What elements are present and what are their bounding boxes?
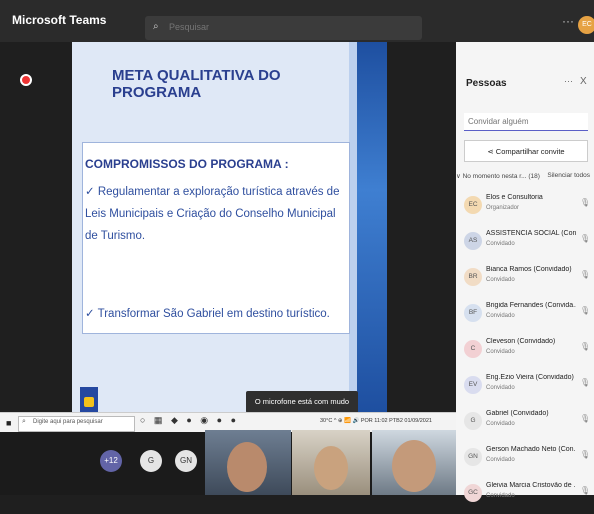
participant-face bbox=[227, 442, 267, 492]
participant-row[interactable]: G Gabriel (Convidado) Convidado 🎙 bbox=[456, 406, 594, 442]
video-tile[interactable] bbox=[205, 430, 291, 495]
slide-content-box: COMPROMISSOS DO PROGRAMA : ✓ Regulamenta… bbox=[82, 142, 350, 334]
video-tile[interactable] bbox=[292, 430, 370, 495]
slide-title: META QUALITATIVA DO PROGRAMA bbox=[112, 67, 281, 101]
participant-avatar[interactable]: G bbox=[140, 450, 162, 472]
search-icon: ⌕ bbox=[22, 418, 26, 425]
invite-input[interactable] bbox=[464, 113, 588, 131]
participant-role: Convidado bbox=[486, 385, 515, 391]
mic-muted-icon: 🎙 bbox=[580, 450, 591, 459]
participant-role: Convidado bbox=[486, 241, 515, 247]
app-title: Microsoft Teams bbox=[12, 13, 107, 27]
taskbar-search-text: Digite aqui para pesquisar bbox=[33, 419, 103, 425]
participant-name: Eng.Ezio Vieira (Convidado) bbox=[486, 374, 574, 381]
participant-face bbox=[392, 440, 436, 492]
video-tile[interactable] bbox=[372, 430, 456, 495]
share-invite-button[interactable]: ⋖ Compartilhar convite bbox=[464, 140, 588, 162]
participant-avatar: EV bbox=[464, 376, 482, 394]
slide-section-title: COMPROMISSOS DO PROGRAMA : bbox=[85, 157, 289, 171]
slide-item: ✓ Transformar São Gabriel em destino tur… bbox=[85, 308, 330, 320]
share-invite-label: Compartilhar convite bbox=[495, 147, 565, 156]
logo bbox=[80, 387, 98, 412]
panel-title: Pessoas bbox=[466, 78, 507, 89]
participant-row[interactable]: GN Gerson Machado Neto (Con... Convidado 🎙 bbox=[456, 442, 594, 478]
mic-muted-icon: 🎙 bbox=[580, 270, 591, 279]
taskbar-app-icons: ○ ▦ ◆ ● ◉ ● ● bbox=[140, 415, 240, 425]
participant-avatar: G bbox=[464, 412, 482, 430]
participant-row[interactable]: C Cleveson (Convidado) Convidado 🎙 bbox=[456, 334, 594, 370]
participant-name: Gabriel (Convidado) bbox=[486, 410, 549, 417]
participant-row[interactable]: BR Bianca Ramos (Convidado) Convidado 🎙 bbox=[456, 262, 594, 298]
mute-notification: O microfone está com mudo ativado. bbox=[246, 391, 358, 428]
system-tray: 30°C ^ ⊕ 📶 🔊 POR 11:02 PTB2 01/09/2021 bbox=[320, 418, 432, 424]
participant-name: Cleveson (Convidado) bbox=[486, 338, 556, 345]
mic-muted-icon: 🎙 bbox=[580, 198, 591, 207]
slide-decoration-stripe bbox=[357, 42, 387, 412]
search-icon: ⌕ bbox=[153, 21, 159, 32]
participant-avatar: AS bbox=[464, 232, 482, 250]
mic-muted-icon: 🎙 bbox=[580, 378, 591, 387]
participant-role: Convidado bbox=[486, 493, 515, 499]
participant-avatar: BF bbox=[464, 304, 482, 322]
mute-all-button[interactable]: Silenciar todos bbox=[547, 172, 590, 179]
participant-name: Gerson Machado Neto (Con... bbox=[486, 446, 576, 453]
participant-avatar[interactable]: GN bbox=[175, 450, 197, 472]
participant-row[interactable]: EC Elos e Consultoria Organizador 🎙 bbox=[456, 190, 594, 226]
taskbar-search: ⌕ Digite aqui para pesquisar bbox=[18, 416, 135, 432]
participant-row[interactable]: GC Gleivia Marcia Cristovão de ... Convida… bbox=[456, 478, 594, 514]
search-input[interactable] bbox=[167, 21, 411, 33]
share-icon: ⋖ bbox=[487, 147, 496, 156]
panel-more-button[interactable]: ··· bbox=[564, 76, 573, 86]
close-icon[interactable]: X bbox=[580, 76, 587, 87]
mic-muted-icon: 🎙 bbox=[580, 486, 591, 495]
participant-row[interactable]: EV Eng.Ezio Vieira (Convidado) Convidado 🎙 bbox=[456, 370, 594, 406]
participant-avatar: BR bbox=[464, 268, 482, 286]
more-options-button[interactable]: ··· bbox=[562, 14, 574, 28]
mic-muted-icon: 🎙 bbox=[580, 414, 591, 423]
participant-name: ASSISTENCIA SOCIAL (Convi... bbox=[486, 230, 576, 237]
participant-name: Bianca Ramos (Convidado) bbox=[486, 266, 572, 273]
title-bar: Microsoft Teams ⌕ ··· EC bbox=[0, 0, 594, 42]
participant-role: Convidado bbox=[486, 277, 515, 283]
windows-icon: ■ bbox=[6, 418, 12, 428]
participant-avatar: EC bbox=[464, 196, 482, 214]
slide-item: ✓ Regulamentar a exploração turística at… bbox=[85, 186, 340, 242]
participant-row[interactable]: AS ASSISTENCIA SOCIAL (Convi... Convidado 🎙 bbox=[456, 226, 594, 262]
mic-muted-icon: 🎙 bbox=[580, 306, 591, 315]
participants-section[interactable]: ∨ No momento nesta r... (18) Silenciar t… bbox=[456, 172, 594, 180]
search-box[interactable]: ⌕ bbox=[145, 16, 422, 40]
participant-name: Brigida Fernandes (Convida... bbox=[486, 302, 576, 309]
recording-icon bbox=[20, 74, 32, 86]
participant-row[interactable]: BF Brigida Fernandes (Convida... Convidado… bbox=[456, 298, 594, 334]
participant-role: Organizador bbox=[486, 205, 520, 211]
participant-avatar: GN bbox=[464, 448, 482, 466]
mic-muted-icon: 🎙 bbox=[580, 342, 591, 351]
participant-avatar: GC bbox=[464, 484, 482, 502]
mic-muted-icon: 🎙 bbox=[580, 234, 591, 243]
participant-role: Convidado bbox=[486, 349, 515, 355]
more-participants-button[interactable]: +12 bbox=[100, 450, 122, 472]
section-label: ∨ No momento nesta r... (18) bbox=[456, 173, 540, 180]
avatar[interactable]: EC bbox=[578, 16, 594, 34]
participant-role: Convidado bbox=[486, 457, 515, 463]
participant-face bbox=[314, 446, 348, 490]
participant-name: Elos e Consultoria bbox=[486, 194, 543, 201]
shared-slide: META QUALITATIVA DO PROGRAMA COMPROMISSO… bbox=[72, 42, 387, 412]
participant-role: Convidado bbox=[486, 421, 515, 427]
participant-role: Convidado bbox=[486, 313, 515, 319]
people-panel: Pessoas ··· X ⋖ Compartilhar convite ∨ N… bbox=[456, 42, 594, 502]
participant-avatar: C bbox=[464, 340, 482, 358]
participant-name: Gleivia Marcia Cristovão de ... bbox=[486, 482, 576, 489]
slide-decoration bbox=[349, 42, 357, 412]
